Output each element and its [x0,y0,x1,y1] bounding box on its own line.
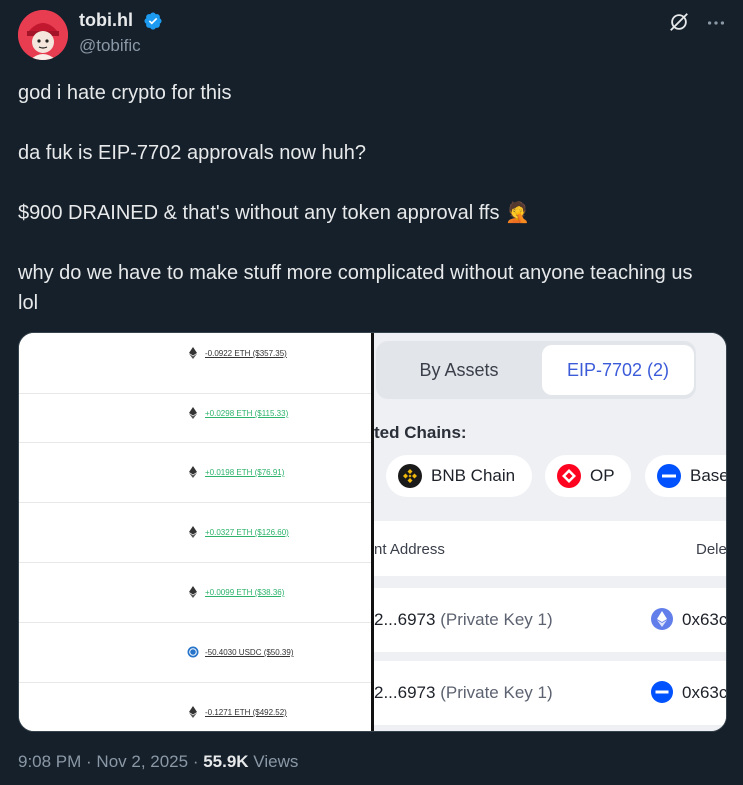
row-delegate: 0x63c [682,610,726,629]
transaction-row: +0.0327 ETH ($126.60) [19,502,371,563]
transaction-amount: +0.0099 ETH ($38.36) [205,588,285,597]
chain-name: OP [590,466,615,485]
transaction-row: +0.0198 ETH ($76.91) [19,442,371,503]
chain-chip-bnb: BNB Chain [386,455,532,497]
tweet-line: god i hate crypto for this [18,82,232,104]
transaction-amount: -50.4030 USDC ($50.39) [205,648,294,657]
base-icon [657,464,681,488]
chain-chip-base: Base [645,455,726,497]
eth-icon [189,586,197,598]
chain-name: BNB Chain [431,466,516,485]
tweet-media-image[interactable]: -0.0922 ETH ($357.35) +0.0298 ETH ($115.… [18,332,727,732]
usdc-icon [187,646,199,658]
tweet-text: god i hate crypto for this da fuk is EIP… [18,78,718,318]
chain-chip-op: OP [545,455,631,497]
views-count: 55.9K [203,752,249,771]
tab-by-assets: By Assets [419,360,499,380]
grok-icon[interactable] [668,11,690,33]
column-header-delegate: Dele [696,541,726,558]
transaction-amount: -0.1271 ETH ($492.52) [205,708,287,717]
eth-icon [189,706,197,718]
transaction-amount: -0.0922 ETH ($357.35) [205,349,287,358]
tab-eip-7702: EIP-7702 (2) [542,345,694,395]
tweet-meta: 9:08 PM · Nov 2, 2025 · 55.9K Views [18,752,298,772]
more-options-icon[interactable] [705,12,727,34]
eth-icon [189,407,197,419]
tab-group: By Assets EIP-7702 (2) [376,341,696,399]
avatar[interactable] [18,10,68,60]
row-address: 2...6973 (Private Key 1) [374,683,553,702]
approvals-panel: By Assets EIP-7702 (2) ted Chains: BNB C… [374,333,726,731]
transaction-row: -50.4030 USDC ($50.39) [19,622,371,683]
row-address: 2...6973 (Private Key 1) [374,610,553,629]
table-header: nt Address Dele [374,521,726,576]
base-icon [651,681,673,703]
transaction-list: -0.0922 ETH ($357.35) +0.0298 ETH ($115.… [19,333,371,731]
eth-icon [189,526,197,538]
table-row: 2...6973 (Private Key 1) 0x63c [374,588,726,652]
eth-icon [189,466,197,478]
tweet-line: da fuk is EIP-7702 approvals now huh? [18,142,366,164]
transaction-row: +0.0298 ETH ($115.33) [19,382,371,443]
transaction-row: +0.0099 ETH ($38.36) [19,562,371,623]
chain-name: Base [690,466,726,485]
transaction-amount: +0.0298 ETH ($115.33) [205,409,289,418]
tweet-line: why do we have to make stuff more compli… [18,262,693,314]
timestamp[interactable]: 9:08 PM · Nov 2, 2025 · [18,752,203,771]
views-label: Views [248,752,299,771]
transaction-amount: +0.0198 ETH ($76.91) [205,468,285,477]
chains-label: ted Chains: [374,423,467,442]
column-header-address: nt Address [374,541,445,558]
verified-badge-icon [144,12,162,30]
author-handle[interactable]: @tobific [79,36,141,56]
tweet-line: $900 DRAINED & that's without any token … [18,202,530,224]
eth-icon [189,347,197,359]
table-row: 2...6973 (Private Key 1) 0x63c [374,661,726,725]
row-delegate: 0x63c [682,683,726,702]
transaction-amount: +0.0327 ETH ($126.60) [205,528,289,537]
author-name[interactable]: tobi.hl [79,10,133,31]
eth-icon [651,608,673,630]
op-icon [557,464,581,488]
transaction-row: -0.1271 ETH ($492.52) [19,682,371,731]
bnb-chain-icon [398,464,422,488]
